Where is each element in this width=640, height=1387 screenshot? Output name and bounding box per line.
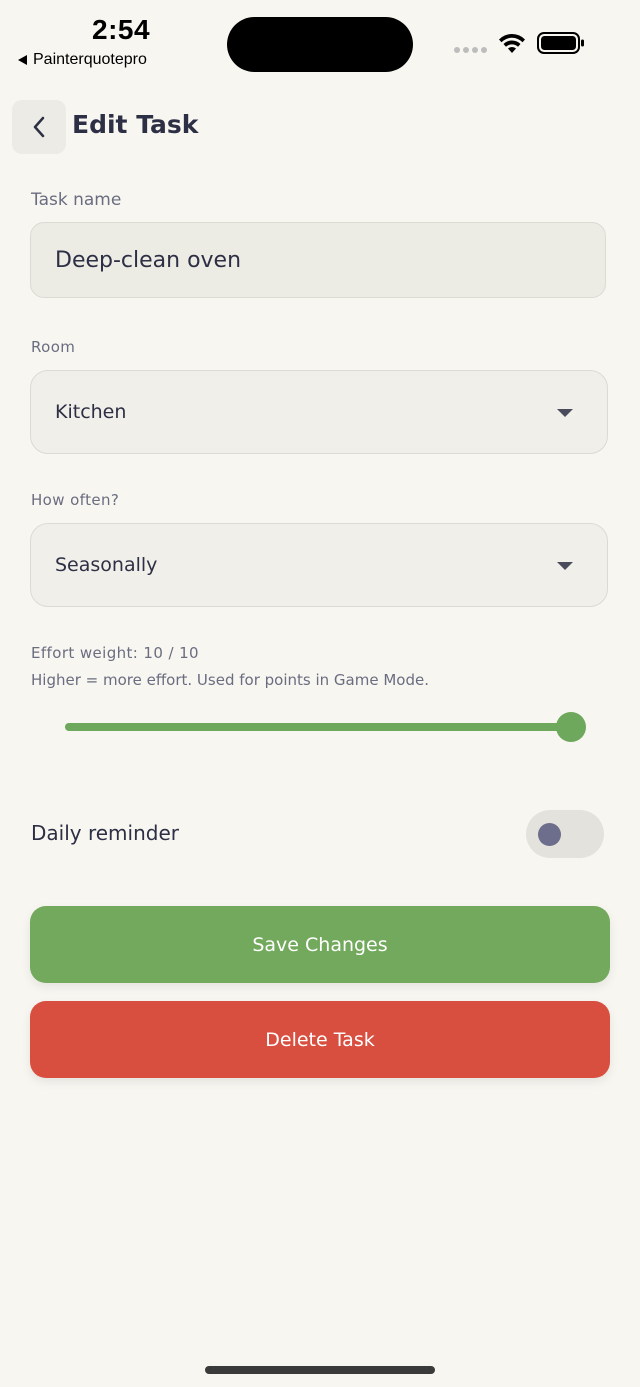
dropdown-caret-icon xyxy=(557,409,573,417)
room-select-value: Kitchen xyxy=(55,401,127,423)
status-time: 2:54 xyxy=(92,14,151,45)
wifi-icon xyxy=(499,33,525,53)
effort-slider-thumb[interactable] xyxy=(556,712,586,742)
toggle-knob xyxy=(538,823,561,846)
status-back-link[interactable]: Painterquotepro xyxy=(18,51,147,69)
delete-task-button[interactable]: Delete Task xyxy=(30,1001,610,1078)
frequency-select[interactable]: Seasonally xyxy=(30,523,608,607)
back-button[interactable] xyxy=(12,100,66,154)
effort-weight-hint: Higher = more effort. Used for points in… xyxy=(31,671,429,689)
back-triangle-icon xyxy=(18,55,27,65)
battery-icon xyxy=(537,32,584,54)
page-title: Edit Task xyxy=(72,110,199,139)
status-back-app-label: Painterquotepro xyxy=(33,51,147,68)
effort-weight-label: Effort weight: 10 / 10 xyxy=(31,644,199,662)
frequency-select-value: Seasonally xyxy=(55,554,158,576)
frequency-label: How often? xyxy=(31,491,120,509)
cellular-signal-icon xyxy=(454,47,487,53)
effort-slider-fill xyxy=(65,723,573,731)
effort-slider-track[interactable] xyxy=(65,723,573,731)
save-changes-button[interactable]: Save Changes xyxy=(30,906,610,983)
room-select[interactable]: Kitchen xyxy=(30,370,608,454)
home-indicator xyxy=(205,1366,435,1374)
room-label: Room xyxy=(31,338,76,356)
dynamic-island xyxy=(227,17,413,72)
task-name-label: Task name xyxy=(31,190,122,210)
task-name-input[interactable] xyxy=(30,222,606,298)
dropdown-caret-icon xyxy=(557,562,573,570)
daily-reminder-label: Daily reminder xyxy=(31,821,179,845)
daily-reminder-toggle[interactable] xyxy=(526,810,604,858)
chevron-left-icon xyxy=(33,116,45,138)
